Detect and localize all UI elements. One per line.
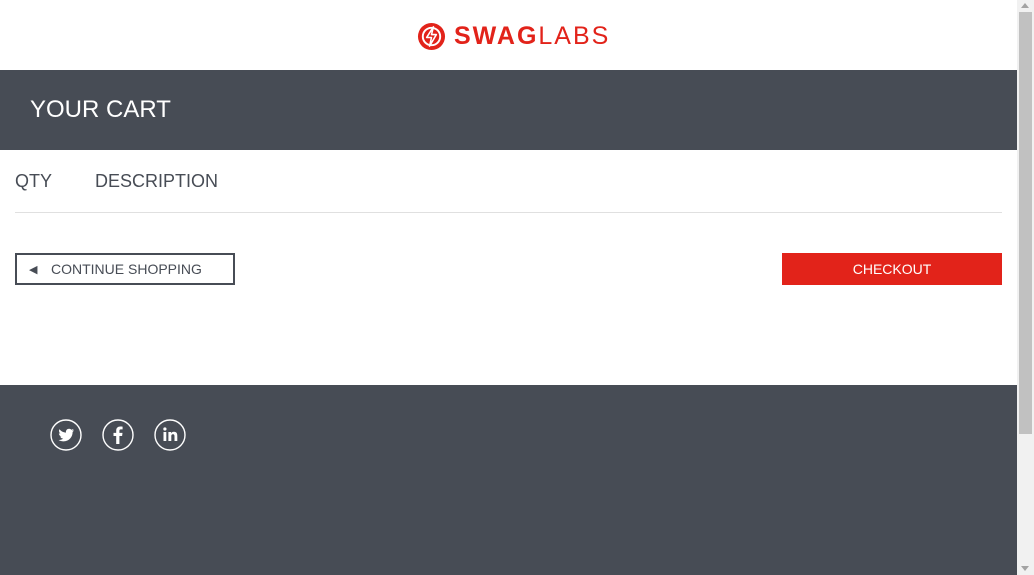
- description-column-label: DESCRIPTION: [95, 171, 219, 191]
- scroll-up-arrow-icon[interactable]: [1021, 3, 1029, 8]
- linkedin-link[interactable]: [154, 419, 186, 451]
- vertical-scrollbar[interactable]: [1017, 0, 1034, 575]
- continue-shopping-label: CONTINUE SHOPPING: [51, 261, 202, 277]
- left-triangle-icon: ◀: [29, 263, 38, 276]
- header: SWAGLABS: [0, 0, 1017, 70]
- scrollbar-thumb[interactable]: [1019, 12, 1032, 434]
- scroll-down-arrow-icon[interactable]: [1021, 566, 1029, 571]
- logo-text-light: LABS: [538, 22, 611, 50]
- footer: [0, 385, 1017, 575]
- logo-text-bold: SWAG: [454, 22, 539, 50]
- continue-shopping-button[interactable]: ◀ CONTINUE SHOPPING: [15, 253, 235, 285]
- twitter-link[interactable]: [50, 419, 82, 451]
- logo: SWAGLABS: [417, 21, 610, 51]
- logo-text: SWAGLABS: [454, 21, 610, 51]
- swag-labs-logo-icon: [417, 22, 446, 50]
- twitter-icon: [50, 419, 82, 451]
- page-title: YOUR CART: [30, 96, 171, 123]
- checkout-button[interactable]: CHECKOUT: [782, 253, 1002, 285]
- subheader: YOUR CART: [0, 70, 1017, 150]
- cart-list-header: QTY DESCRIPTION: [15, 150, 1002, 213]
- checkout-label: CHECKOUT: [852, 261, 932, 277]
- page: SWAGLABS YOUR CART QTY DESCRIPTION ◀ CON…: [0, 0, 1017, 575]
- facebook-link[interactable]: [102, 419, 134, 451]
- qty-column-label: QTY: [15, 171, 53, 191]
- facebook-icon: [102, 419, 134, 451]
- linkedin-icon: [154, 419, 186, 451]
